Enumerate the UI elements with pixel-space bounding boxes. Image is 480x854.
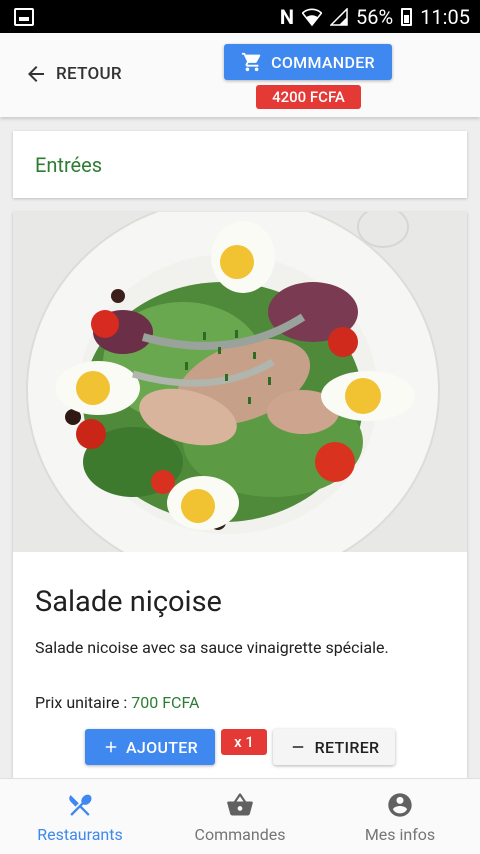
back-label: RETOUR <box>56 64 122 84</box>
quantity-badge: x 1 <box>221 729 267 755</box>
signal-icon <box>330 7 348 26</box>
battery-icon <box>401 7 413 26</box>
clock: 11:05 <box>420 4 470 29</box>
product-description: Salade nicoise avec sa sauce vinaigrette… <box>35 638 389 657</box>
salad-plate-illustration <box>13 212 467 552</box>
price-label: Prix unitaire : <box>35 693 132 712</box>
arrow-left-icon <box>28 66 44 82</box>
minus-icon <box>292 746 303 748</box>
app-header: RETOUR COMMANDER 4200 FCFA <box>0 33 480 117</box>
add-label: AJOUTER <box>126 737 198 757</box>
product-name: Salade niçoise <box>35 585 222 619</box>
price-value: 700 FCFA <box>131 693 200 712</box>
bottom-nav: Restaurants Commandes Mes infos <box>0 778 480 854</box>
product-card: Salade niçoise Salade nicoise avec sa sa… <box>13 212 467 778</box>
back-button[interactable]: RETOUR <box>24 59 122 89</box>
status-right: N 56% 11:05 <box>280 5 470 29</box>
remove-button[interactable]: RETIRER <box>273 729 395 765</box>
category-card[interactable]: Entrées <box>13 131 467 198</box>
product-price-row: Prix unitaire : 700 FCFA <box>35 693 199 712</box>
nav-item-commandes[interactable]: Commandes <box>160 779 320 854</box>
battery-percent: 56% <box>356 4 394 29</box>
category-title: Entrées <box>35 152 103 177</box>
basket-icon <box>227 793 253 816</box>
nav-label-mes-infos: Mes infos <box>364 825 436 844</box>
fork-knife-icon <box>69 794 92 816</box>
cart-icon <box>242 52 261 72</box>
status-bar: N 56% 11:05 <box>0 0 480 33</box>
remove-label: RETIRER <box>314 737 380 757</box>
order-button[interactable]: COMMANDER <box>224 44 392 80</box>
account-circle-icon <box>388 793 412 817</box>
wifi-icon <box>302 8 323 26</box>
nav-item-mes-infos[interactable]: Mes infos <box>320 779 480 854</box>
status-left <box>14 7 34 26</box>
nfc-indicator: N <box>279 4 295 29</box>
nav-item-restaurants[interactable]: Restaurants <box>0 779 160 854</box>
product-image <box>13 212 467 552</box>
nav-label-restaurants: Restaurants <box>37 825 123 844</box>
order-label: COMMANDER <box>271 52 375 72</box>
total-badge: 4200 FCFA <box>256 85 361 109</box>
add-button[interactable]: AJOUTER <box>85 729 215 765</box>
plus-icon <box>105 741 117 753</box>
nav-label-commandes: Commandes <box>194 825 286 844</box>
gallery-notification-icon <box>14 7 34 26</box>
